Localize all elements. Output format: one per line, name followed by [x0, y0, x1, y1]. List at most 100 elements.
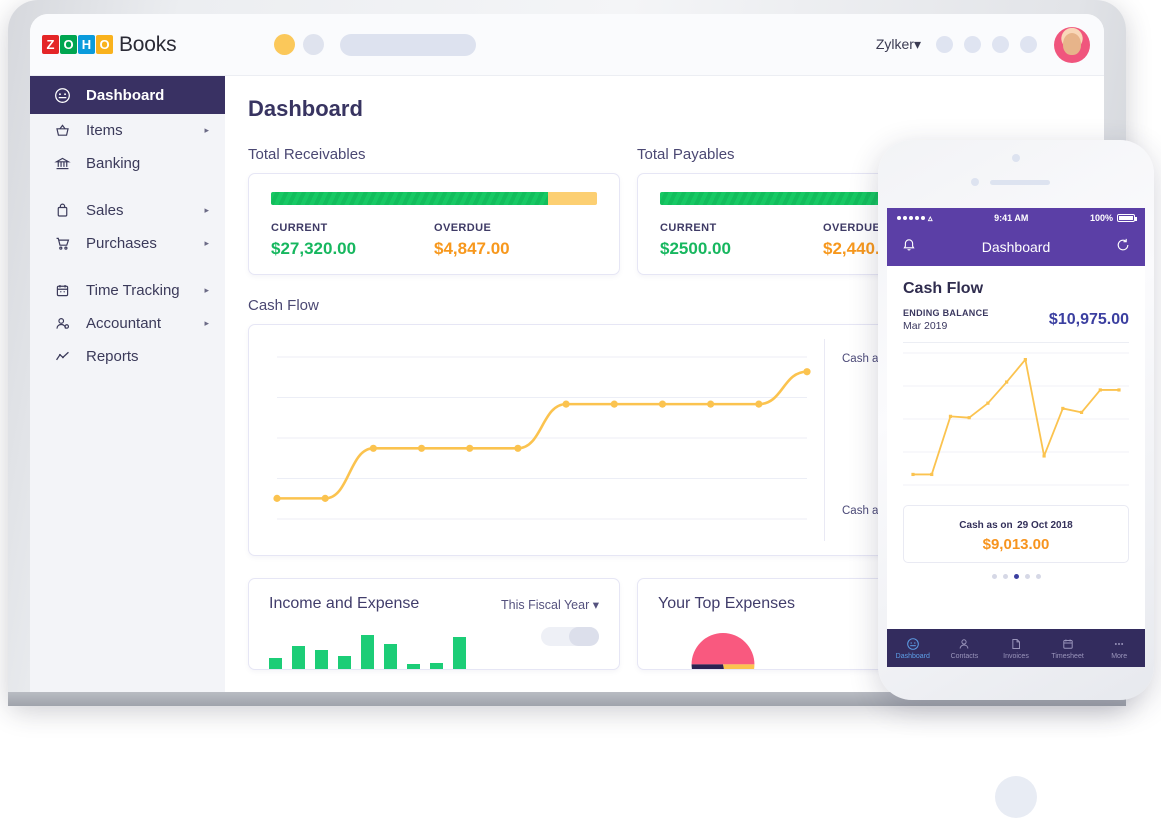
- header-icon-1[interactable]: [936, 36, 953, 53]
- phone-cash-as-on-row: Cash as on 29 Oct 2018: [904, 515, 1128, 533]
- phone-tab-invoices[interactable]: Invoices: [990, 629, 1042, 667]
- chevron-right-icon-sales: ▸: [204, 205, 209, 216]
- sidebar-item-accountant[interactable]: Accountant ▸: [30, 307, 225, 340]
- avatar[interactable]: [1054, 27, 1090, 63]
- sidebar-label-sales: Sales: [86, 202, 204, 219]
- receivables-overdue-segment: [548, 192, 597, 205]
- income-expense-card[interactable]: Income and Expense This Fiscal Year ▾: [248, 578, 620, 670]
- sidebar-item-dashboard[interactable]: Dashboard: [30, 76, 225, 114]
- receivables-overdue-value: $4,847.00: [434, 239, 597, 259]
- battery-icon: [1117, 214, 1135, 222]
- phone-tab-label-contacts: Contacts: [951, 653, 979, 660]
- income-expense-filter[interactable]: This Fiscal Year ▾: [501, 597, 599, 612]
- sidebar-item-items[interactable]: Items ▸: [30, 114, 225, 147]
- bell-icon[interactable]: [901, 237, 917, 258]
- income-expense-bar: [407, 664, 420, 669]
- phone-tab-timesheet[interactable]: Timesheet: [1042, 629, 1094, 667]
- phone-app-bar: Dashboard: [887, 228, 1145, 266]
- income-expense-bar: [453, 637, 466, 669]
- income-expense-bars: [269, 635, 466, 669]
- sidebar-item-banking[interactable]: Banking: [30, 147, 225, 180]
- sidebar-divider-2: [30, 260, 225, 274]
- phone-home-button[interactable]: [995, 776, 1037, 818]
- page-title: Dashboard: [248, 96, 1104, 122]
- phone-cash-as-on-box[interactable]: Cash as on 29 Oct 2018 $9,013.00: [903, 505, 1129, 563]
- income-expense-bar: [338, 656, 351, 669]
- header-icon-2[interactable]: [964, 36, 981, 53]
- sensor-icon: [971, 178, 979, 186]
- zoho-tile-o2: O: [96, 35, 113, 54]
- phone-ending-balance-label: ENDING BALANCE: [903, 308, 989, 318]
- phone-tab-contacts[interactable]: Contacts: [939, 629, 991, 667]
- basket-icon: [52, 122, 72, 139]
- income-expense-bar: [269, 658, 282, 669]
- sidebar-item-purchases[interactable]: Purchases ▸: [30, 227, 225, 260]
- zoho-tile-o1: O: [60, 35, 77, 54]
- header-icon-3[interactable]: [992, 36, 1009, 53]
- receivables-current-segment: [271, 192, 548, 205]
- income-expense-bar: [430, 663, 443, 669]
- payables-current-value: $2500.00: [660, 239, 823, 259]
- income-expense-title: Income and Expense: [269, 595, 419, 613]
- window-dot-yellow[interactable]: [274, 34, 295, 55]
- search-input[interactable]: [340, 34, 476, 56]
- signal-strength-icon: [897, 216, 925, 220]
- user-gear-icon: [52, 315, 72, 332]
- income-expense-toggle[interactable]: [541, 627, 599, 646]
- income-expense-bar: [292, 646, 305, 669]
- phone-ending-balance-value: $10,975.00: [1049, 311, 1129, 329]
- cash-flow-chart: [249, 339, 824, 543]
- sidebar-label-reports: Reports: [86, 348, 225, 365]
- bag-icon: [52, 202, 72, 219]
- battery-percent: 100%: [1090, 213, 1113, 223]
- receivables-current-value: $27,320.00: [271, 239, 434, 259]
- phone-cash-as-on-label: Cash as on: [959, 520, 1012, 531]
- bank-icon: [52, 155, 72, 172]
- cash-flow-svg: [249, 339, 824, 543]
- browser-top-bar: Z O H O Books Zylker▾: [30, 14, 1104, 76]
- income-expense-bar: [361, 635, 374, 669]
- carousel-dot[interactable]: [1036, 574, 1041, 579]
- receivables-stats: CURRENT $27,320.00 OVERDUE $4,847.00: [271, 222, 597, 259]
- phone-mockup: ▵ 9:41 AM 100% Dashboard Cash Flow: [878, 140, 1154, 700]
- chevron-right-icon-purchases: ▸: [204, 238, 209, 249]
- phone-tab-more[interactable]: More: [1093, 629, 1145, 667]
- carousel-dot[interactable]: [1025, 574, 1030, 579]
- cash-flow-card[interactable]: Cash as o Cash as o: [248, 324, 909, 556]
- sidebar-label-items: Items: [86, 122, 204, 139]
- camera-icon: [1012, 154, 1020, 162]
- organization-selector[interactable]: Zylker▾: [876, 36, 921, 53]
- phone-notch: [878, 140, 1154, 208]
- carousel-dot[interactable]: [1003, 574, 1008, 579]
- battery-group: 100%: [1090, 213, 1135, 223]
- refresh-icon[interactable]: [1115, 237, 1131, 258]
- sidebar-item-reports[interactable]: Reports: [30, 340, 225, 373]
- phone-tab-dashboard[interactable]: Dashboard: [887, 629, 939, 667]
- phone-ending-balance-row: ENDING BALANCE Mar 2019 $10,975.00: [903, 308, 1129, 332]
- status-time: 9:41 AM: [933, 213, 1090, 223]
- chevron-right-icon-accountant: ▸: [204, 318, 209, 329]
- header-icon-4[interactable]: [1020, 36, 1037, 53]
- sidebar-divider-1: [30, 180, 225, 194]
- carousel-dot[interactable]: [992, 574, 997, 579]
- sidebar: Dashboard Items ▸ Banking: [30, 76, 225, 706]
- payables-current-segment: [660, 192, 898, 205]
- sidebar-label-banking: Banking: [86, 155, 225, 172]
- receivables-card[interactable]: CURRENT $27,320.00 OVERDUE $4,847.00: [248, 173, 620, 275]
- chevron-down-icon: ▾: [914, 36, 921, 52]
- income-expense-bar: [315, 650, 328, 669]
- receivables-label: Total Receivables: [248, 146, 620, 163]
- phone-carousel-dots[interactable]: [903, 574, 1129, 579]
- receivables-overdue-label: OVERDUE: [434, 222, 597, 234]
- phone-cash-flow-chart: [903, 342, 1129, 497]
- sidebar-label-purchases: Purchases: [86, 235, 204, 252]
- brand-word: Books: [119, 33, 176, 57]
- window-dot-grey[interactable]: [303, 34, 324, 55]
- top-expenses-title: Your Top Expenses: [658, 595, 795, 613]
- sidebar-item-sales[interactable]: Sales ▸: [30, 194, 225, 227]
- phone-tab-label-more: More: [1111, 653, 1127, 660]
- carousel-dot[interactable]: [1014, 574, 1019, 579]
- sidebar-item-time-tracking[interactable]: Time Tracking ▸: [30, 274, 225, 307]
- sidebar-label-time-tracking: Time Tracking: [86, 282, 204, 299]
- zoho-books-logo[interactable]: Z O H O Books: [42, 33, 176, 57]
